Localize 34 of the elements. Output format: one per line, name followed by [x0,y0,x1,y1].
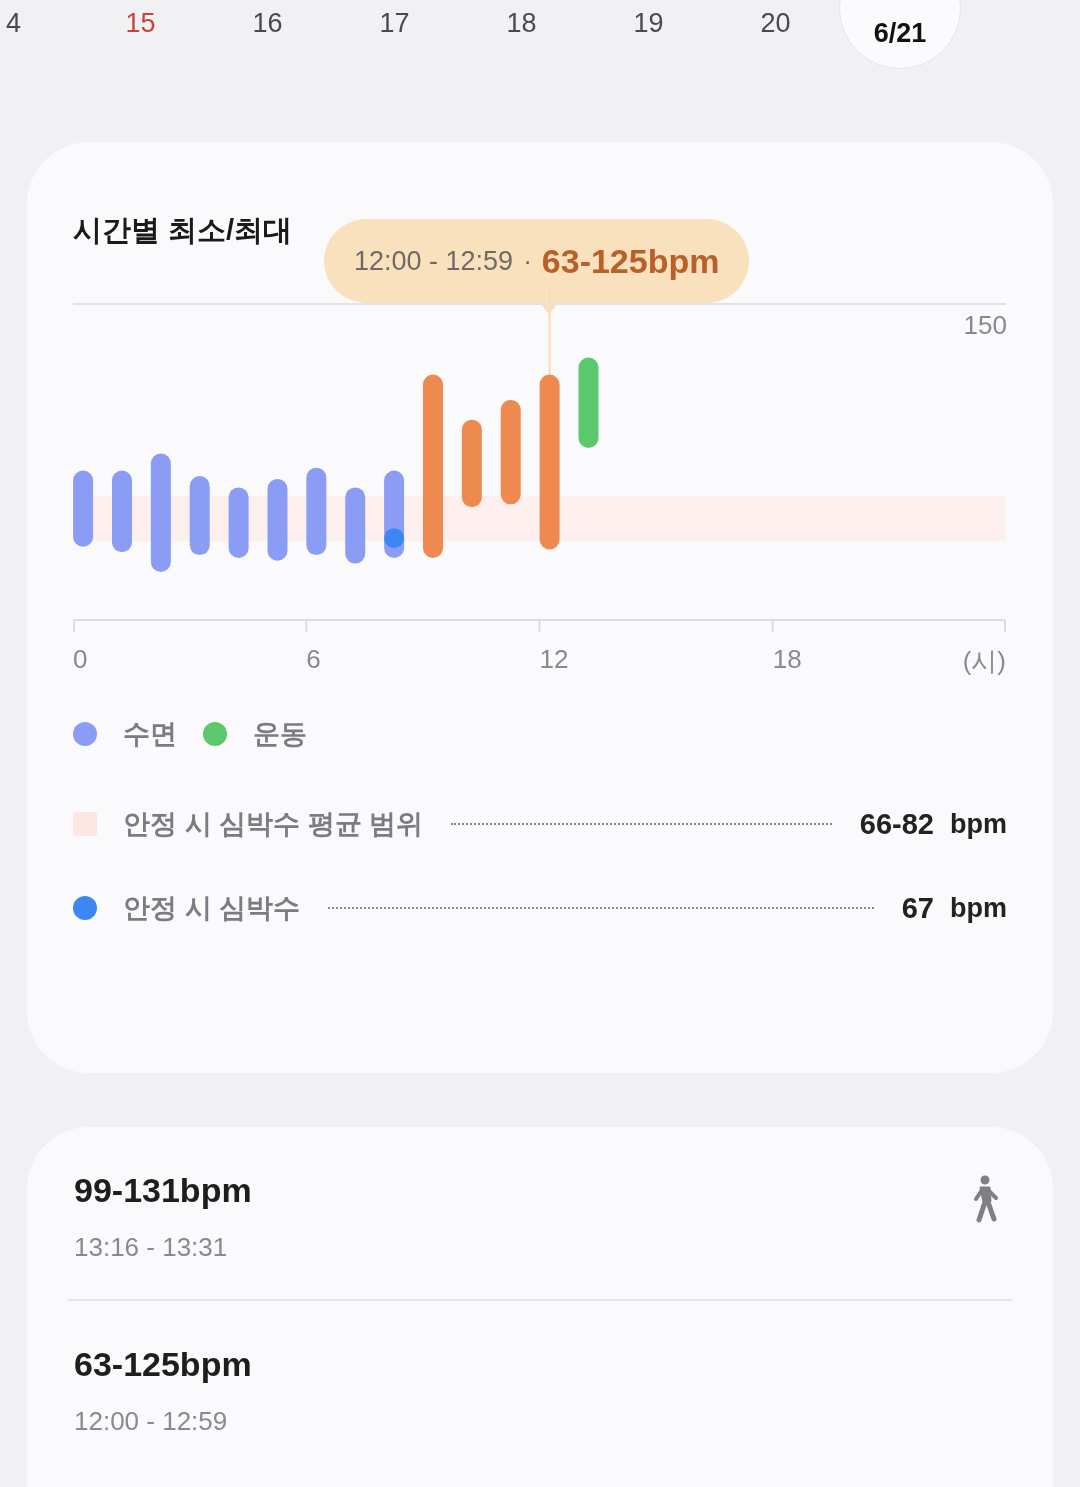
stat-unit: bpm [950,808,1007,840]
stat-unit: bpm [950,892,1007,924]
record-item[interactable]: 99-131bpm 13:16 - 13:31 [68,1127,1012,1299]
legend-label: 수면 [123,718,177,751]
x-axis-label: 18 [772,644,802,675]
date-tab[interactable]: 15 [77,0,204,46]
tooltip-separator: · [523,245,532,277]
date-tab[interactable]: 20 [712,0,839,46]
card-title: 시간별 최소/최대 [73,214,293,246]
record-time: 12:00 - 12:59 [74,1406,229,1437]
tooltip-value: 63-125bpm [541,241,720,281]
legend-label: 운동 [253,718,307,751]
date-tab[interactable]: 18 [458,0,585,46]
x-axis-label: 12 [539,644,569,675]
y-axis-label: 150 [963,310,1007,341]
date-tab[interactable]: 19 [585,0,712,46]
tooltip-time: 12:00 - 12:59 [354,245,514,277]
record-bpm: 99-131bpm [74,1171,252,1210]
stat-value: 67 [901,891,934,925]
stat-value: 66-82 [859,807,934,841]
date-tab[interactable]: 16 [204,0,331,46]
range-bar [228,487,249,558]
stat-label: 안정 시 심박수 평균 범위 [123,808,423,841]
stat-label: 안정 시 심박수 [123,892,300,925]
date-tab[interactable]: 6/21 [839,0,961,69]
date-tab[interactable]: 4 [0,0,77,46]
x-axis-label: 0 [73,644,88,675]
record-bpm: 63-125bpm [74,1345,252,1384]
date-tab[interactable]: 17 [331,0,458,46]
record-item[interactable]: 63-125bpm 12:00 - 12:59 [68,1301,1012,1473]
x-axis-label: 6 [306,644,321,675]
resting-rate-dot [384,528,405,549]
x-axis-label: (시) [962,645,1006,678]
record-time: 13:16 - 13:31 [74,1232,229,1263]
